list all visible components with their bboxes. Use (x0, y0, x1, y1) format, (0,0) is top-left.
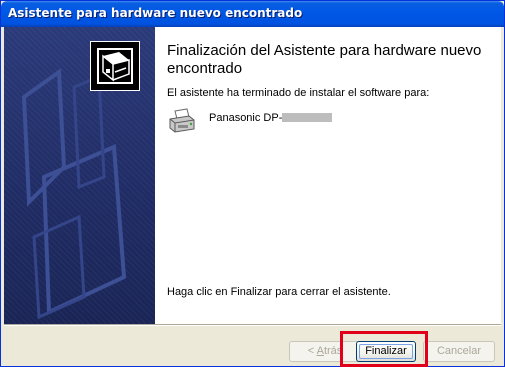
hardware-wizard-icon (90, 41, 140, 91)
wizard-client-area: Finalización del Asistente para hardware… (4, 27, 501, 324)
button-separator (4, 324, 501, 326)
wizard-content: Finalización del Asistente para hardware… (165, 27, 495, 324)
finish-instructions: Haga clic en Finalizar para cerrar el as… (167, 286, 391, 298)
title-bar[interactable]: Asistente para hardware nuevo encontrado (1, 1, 504, 27)
window-title: Asistente para hardware nuevo encontrado (8, 6, 303, 20)
wizard-window: Asistente para hardware nuevo encontrado (0, 0, 505, 367)
intro-text: El asistente ha terminado de instalar el… (167, 87, 430, 99)
redacted-model-number (282, 113, 332, 122)
highlight-annotation (340, 331, 428, 367)
installed-device: Panasonic DP- (167, 107, 467, 137)
device-name: Panasonic DP- (209, 112, 283, 124)
printer-icon (169, 108, 195, 133)
cancel-button[interactable]: Cancelar (423, 341, 495, 362)
side-banner (4, 27, 155, 324)
page-title: Finalización del Asistente para hardware… (167, 42, 482, 77)
